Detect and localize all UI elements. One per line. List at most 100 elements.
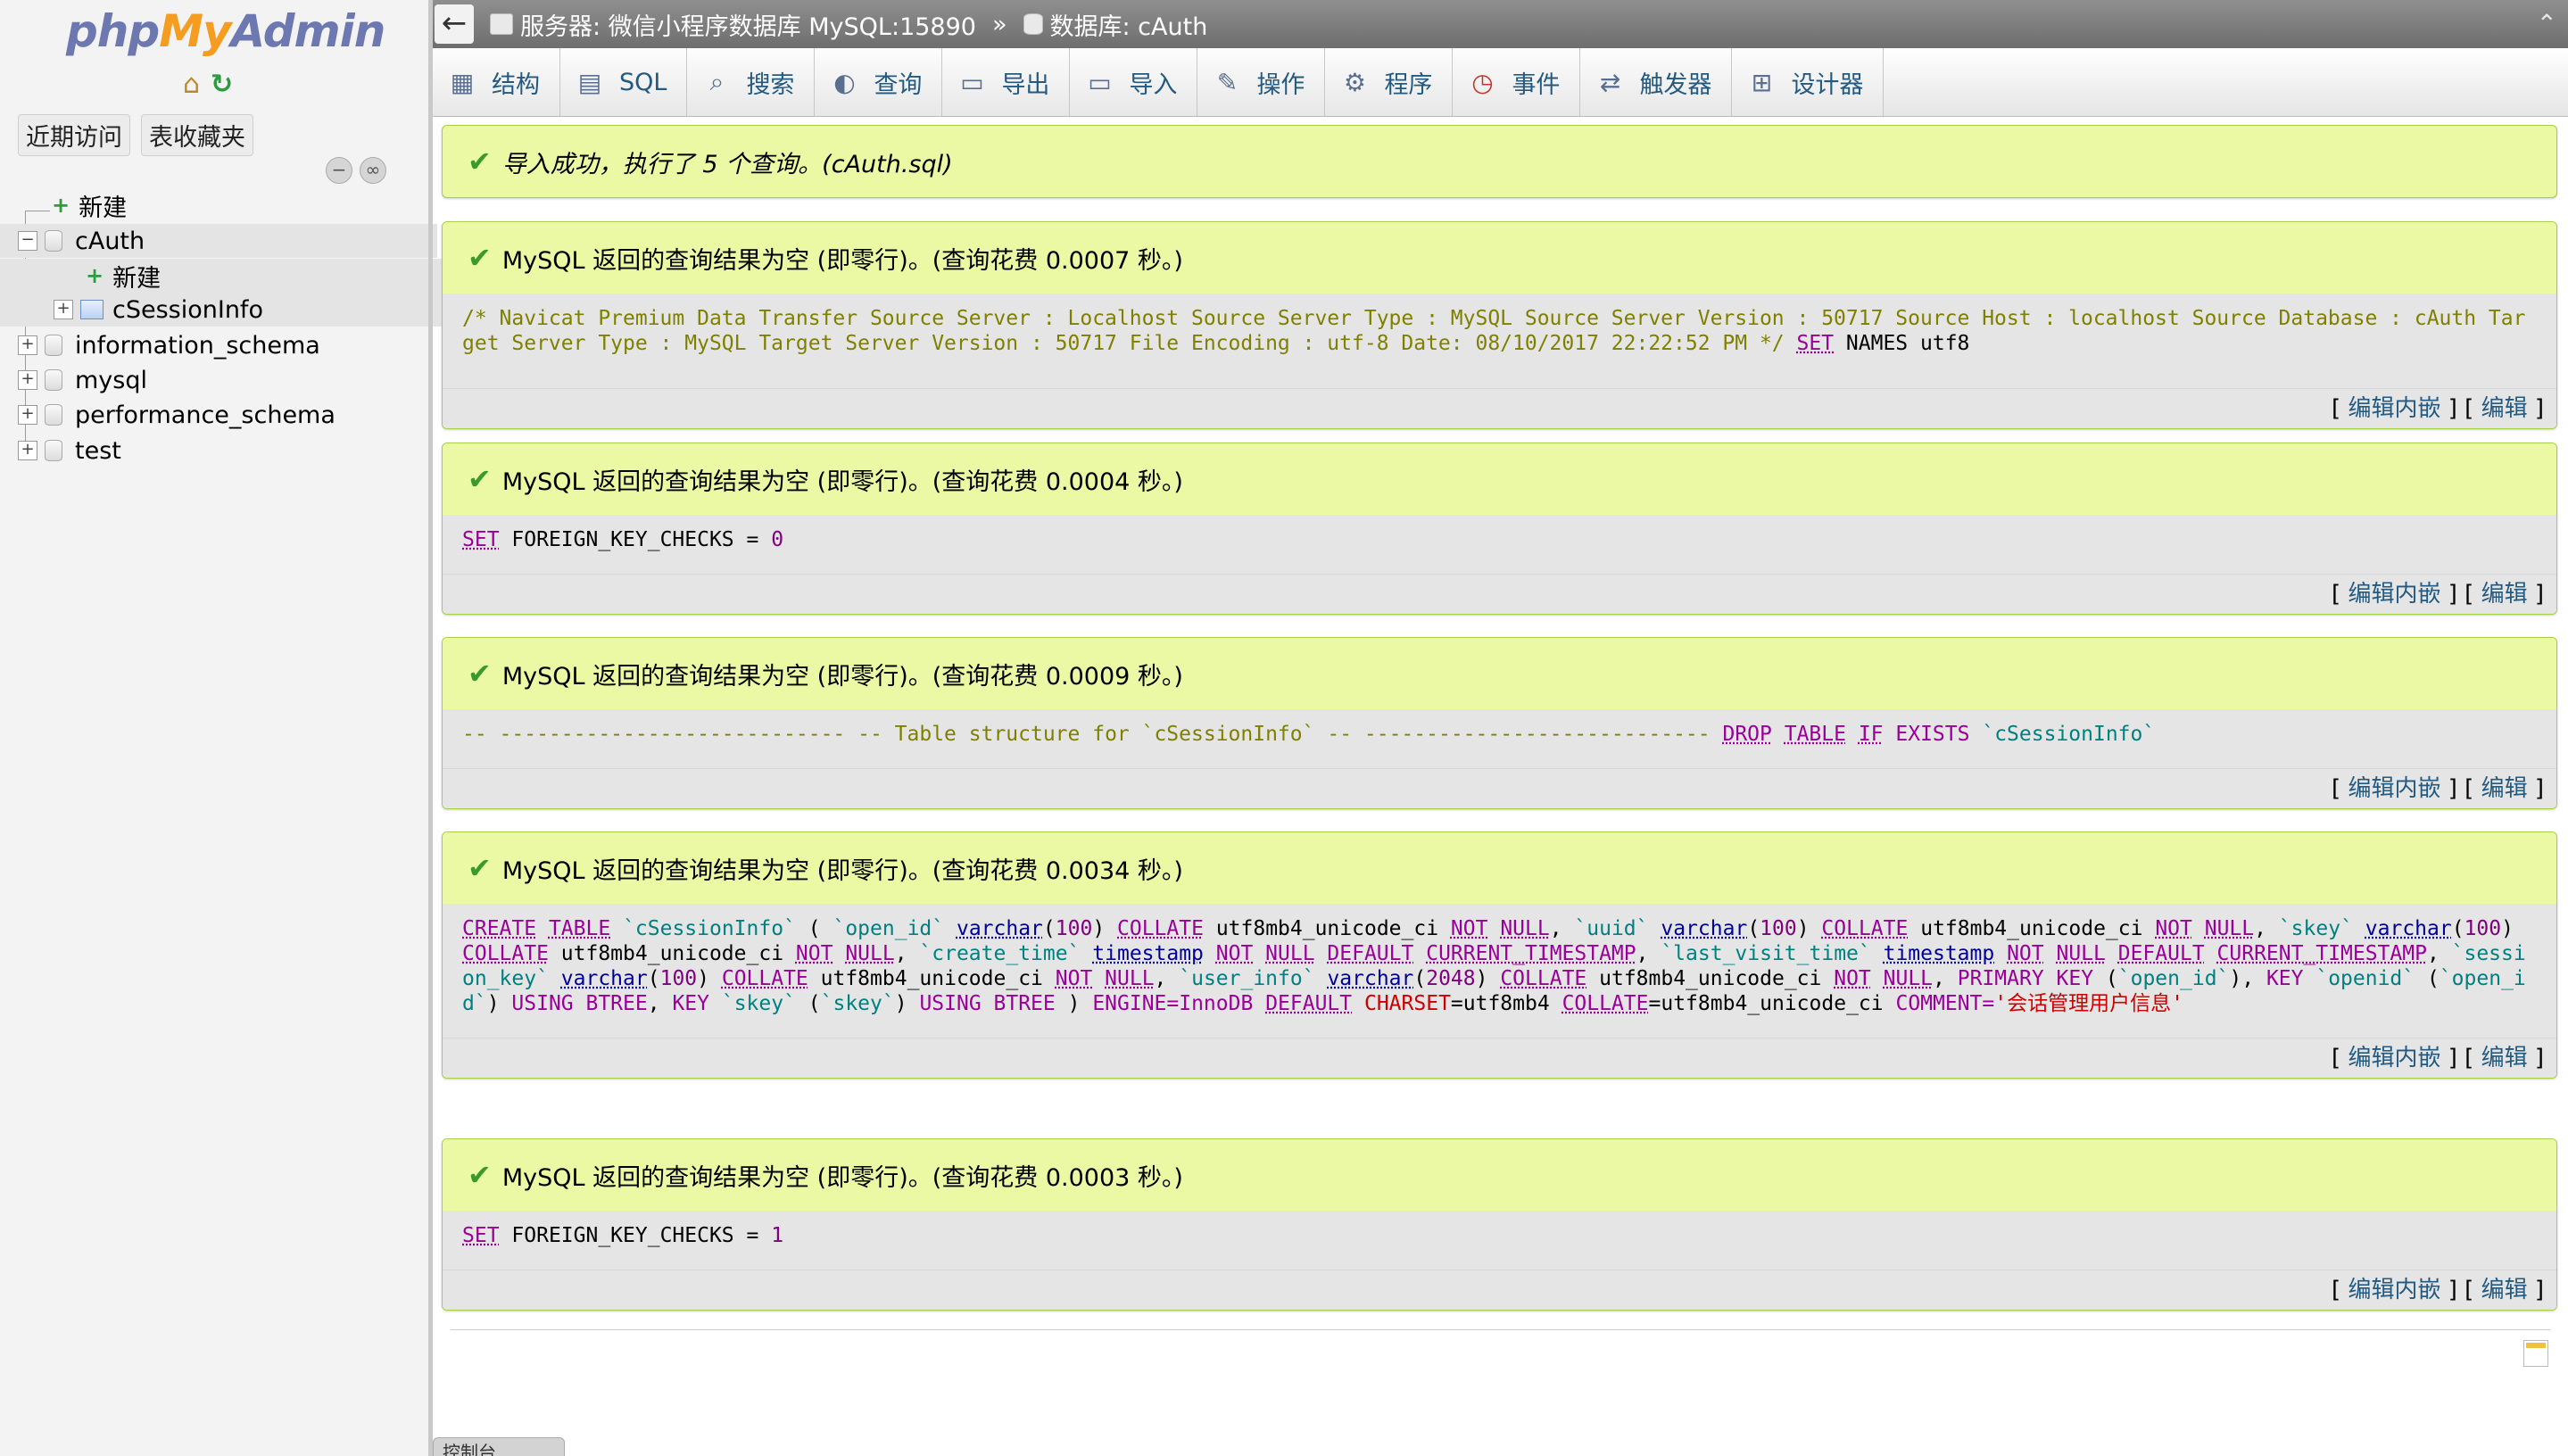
- expand-icon[interactable]: +: [18, 441, 37, 460]
- success-check-icon: ✔: [468, 1158, 492, 1192]
- sql-keyword: NOT: [1450, 917, 1488, 940]
- breadcrumb: 服务器: 微信小程序数据库 MySQL:15890 » 数据库: cAuth: [490, 7, 1207, 42]
- wrench-icon: ✎: [1216, 67, 1238, 97]
- query-result: ✔ MySQL 返回的查询结果为空 (即零行)。(查询花费 0.0003 秒。)…: [442, 1138, 2557, 1311]
- tab-routines[interactable]: ⚙ 程序: [1325, 48, 1454, 116]
- edit-inline-link[interactable]: 编辑内嵌: [2348, 1277, 2440, 1303]
- sql-keyword: CHARSET: [1363, 992, 1451, 1015]
- tab-label: 程序: [1384, 70, 1433, 99]
- tab-import[interactable]: ▭ 导入: [1070, 48, 1198, 116]
- result-message: ✔ MySQL 返回的查询结果为空 (即零行)。(查询花费 0.0009 秒。): [443, 638, 2556, 709]
- tab-operations[interactable]: ✎ 操作: [1197, 48, 1326, 116]
- tab-events[interactable]: ◷ 事件: [1453, 48, 1581, 116]
- sql-text: utf8mb4_unicode_ci: [560, 942, 784, 965]
- edit-link[interactable]: 编辑: [2481, 775, 2528, 802]
- database-icon: [45, 404, 62, 426]
- success-check-icon: ✔: [468, 462, 492, 496]
- bracket: ]: [2534, 581, 2544, 608]
- link-icon[interactable]: ∞: [360, 157, 386, 184]
- tab-label: 结构: [492, 70, 540, 99]
- tab-label: 事件: [1512, 70, 1561, 99]
- breadcrumb-bar: ← 服务器: 微信小程序数据库 MySQL:15890 » 数据库: cAuth…: [433, 0, 2568, 48]
- tab-sql[interactable]: ▤ SQL: [560, 48, 688, 116]
- sql-identifier: `last_visit_time`: [1661, 942, 1871, 965]
- sql-type: timestamp: [1883, 942, 1995, 965]
- edit-link[interactable]: 编辑: [2481, 395, 2528, 422]
- bracket: ]: [2534, 395, 2544, 422]
- bookmark-icon[interactable]: [2523, 1340, 2548, 1367]
- phpmyadmin-logo[interactable]: phpMyAdmin: [66, 5, 385, 57]
- main-tabs: ▦ 结构 ▤ SQL ⌕ 搜索 ◐ 查询 ▭ 导出 ▭ 导入 ✎ 操作 ⚙ 程序 ◷ 事件 ⇄ 触发…: [433, 48, 2568, 117]
- sql-text: FOREIGN_KEY_CHECKS =: [511, 528, 772, 551]
- tree-item-csessioninfo[interactable]: + cSessionInfo: [0, 293, 473, 327]
- sql-keyword: NULL: [1105, 967, 1155, 990]
- sidebar-tools: − ∞: [326, 157, 386, 184]
- sql-identifier: `uuid`: [1574, 917, 1649, 940]
- tree-item-label: 新建: [112, 264, 162, 293]
- sql-keyword: USING BTREE: [511, 992, 648, 1015]
- sql-keyword: SET: [1796, 332, 1835, 355]
- sql-keyword: COLLATE: [1117, 917, 1204, 940]
- edit-inline-link[interactable]: 编辑内嵌: [2348, 1045, 2440, 1071]
- breadcrumb-database[interactable]: 数据库: cAuth: [1050, 7, 1208, 42]
- sql-keyword: DEFAULT: [2117, 942, 2205, 965]
- edit-inline-link[interactable]: 编辑内嵌: [2348, 775, 2440, 802]
- sql-keyword: USING BTREE: [919, 992, 1056, 1015]
- breadcrumb-server[interactable]: 服务器: 微信小程序数据库 MySQL:15890: [520, 7, 976, 42]
- tab-label: 搜索: [746, 70, 795, 99]
- collapse-top-icon[interactable]: ⌃: [2537, 9, 2557, 38]
- tree-item-new[interactable]: + 新建: [0, 188, 471, 222]
- edit-link[interactable]: 编辑: [2481, 1045, 2528, 1071]
- expand-icon[interactable]: +: [54, 300, 73, 319]
- main-content: ✔ 导入成功，执行了 5 个查询。(cAuth.sql) ✔ MySQL 返回的…: [433, 116, 2568, 1456]
- sql-keyword: NOT: [795, 942, 833, 965]
- tab-export[interactable]: ▭ 导出: [942, 48, 1071, 116]
- console-tab[interactable]: 控制台: [433, 1437, 565, 1456]
- tree-item-cauth[interactable]: − cAuth: [0, 224, 437, 258]
- tab-designer[interactable]: ⊞ 设计器: [1732, 48, 1885, 116]
- bracket: ] [: [2448, 775, 2474, 802]
- structure-icon: ▦: [450, 67, 475, 97]
- sql-keyword: NULL: [1500, 917, 1550, 940]
- edit-inline-link[interactable]: 编辑内嵌: [2348, 395, 2440, 422]
- recent-tab[interactable]: 近期访问: [18, 114, 130, 156]
- sql-keyword: KEY: [2266, 967, 2304, 990]
- tree-item-label: performance_schema: [75, 401, 335, 429]
- collapse-all-icon[interactable]: −: [326, 157, 352, 184]
- back-arrow-icon[interactable]: ←: [435, 4, 474, 44]
- tab-search[interactable]: ⌕ 搜索: [687, 48, 816, 116]
- expand-icon[interactable]: +: [18, 405, 37, 425]
- result-message-text: MySQL 返回的查询结果为空 (即零行)。(查询花费 0.0034 秒。): [501, 856, 1183, 885]
- tab-query[interactable]: ◐ 查询: [815, 48, 943, 116]
- tab-structure[interactable]: ▦ 结构: [433, 48, 560, 116]
- bracket: ] [: [2448, 395, 2474, 422]
- tab-label: 导出: [1001, 70, 1050, 99]
- tree-item-performance-schema[interactable]: + performance_schema: [0, 398, 437, 432]
- favorites-tab[interactable]: 表收藏夹: [141, 114, 253, 156]
- query-result: ✔ MySQL 返回的查询结果为空 (即零行)。(查询花费 0.0009 秒。)…: [442, 637, 2557, 809]
- sql-identifier: `create_time`: [919, 942, 1081, 965]
- result-actions: [ 编辑内嵌 ] [ 编辑 ]: [443, 768, 2556, 808]
- edit-link[interactable]: 编辑: [2481, 581, 2528, 608]
- export-icon: ▭: [960, 67, 984, 97]
- success-check-icon: ✔: [468, 145, 492, 178]
- edit-inline-link[interactable]: 编辑内嵌: [2348, 581, 2440, 608]
- expand-icon[interactable]: +: [18, 335, 37, 355]
- sql-identifier: `skey`: [820, 992, 895, 1015]
- sql-code: SET FOREIGN_KEY_CHECKS = 0: [443, 515, 2556, 574]
- sql-keyword: TABLE: [1784, 723, 1846, 746]
- sql-identifier: `cSessionInfo`: [1982, 723, 2156, 746]
- reload-icon[interactable]: ↻: [211, 71, 233, 98]
- sql-identifier: `open_id`: [833, 917, 945, 940]
- home-icon[interactable]: ⌂: [183, 71, 200, 98]
- sql-keyword: IF: [1858, 723, 1884, 746]
- collapse-icon[interactable]: −: [18, 231, 37, 251]
- tree-item-information-schema[interactable]: + information_schema: [0, 328, 437, 362]
- tab-triggers[interactable]: ⇄ 触发器: [1580, 48, 1733, 116]
- tree-item-mysql[interactable]: + mysql: [0, 363, 437, 397]
- sql-comment: -- Table structure for `cSessionInfo`: [857, 723, 1315, 746]
- expand-icon[interactable]: +: [18, 370, 37, 390]
- edit-link[interactable]: 编辑: [2481, 1277, 2528, 1303]
- sql-keyword: DEFAULT: [1327, 942, 1414, 965]
- tree-item-test[interactable]: + test: [0, 434, 437, 467]
